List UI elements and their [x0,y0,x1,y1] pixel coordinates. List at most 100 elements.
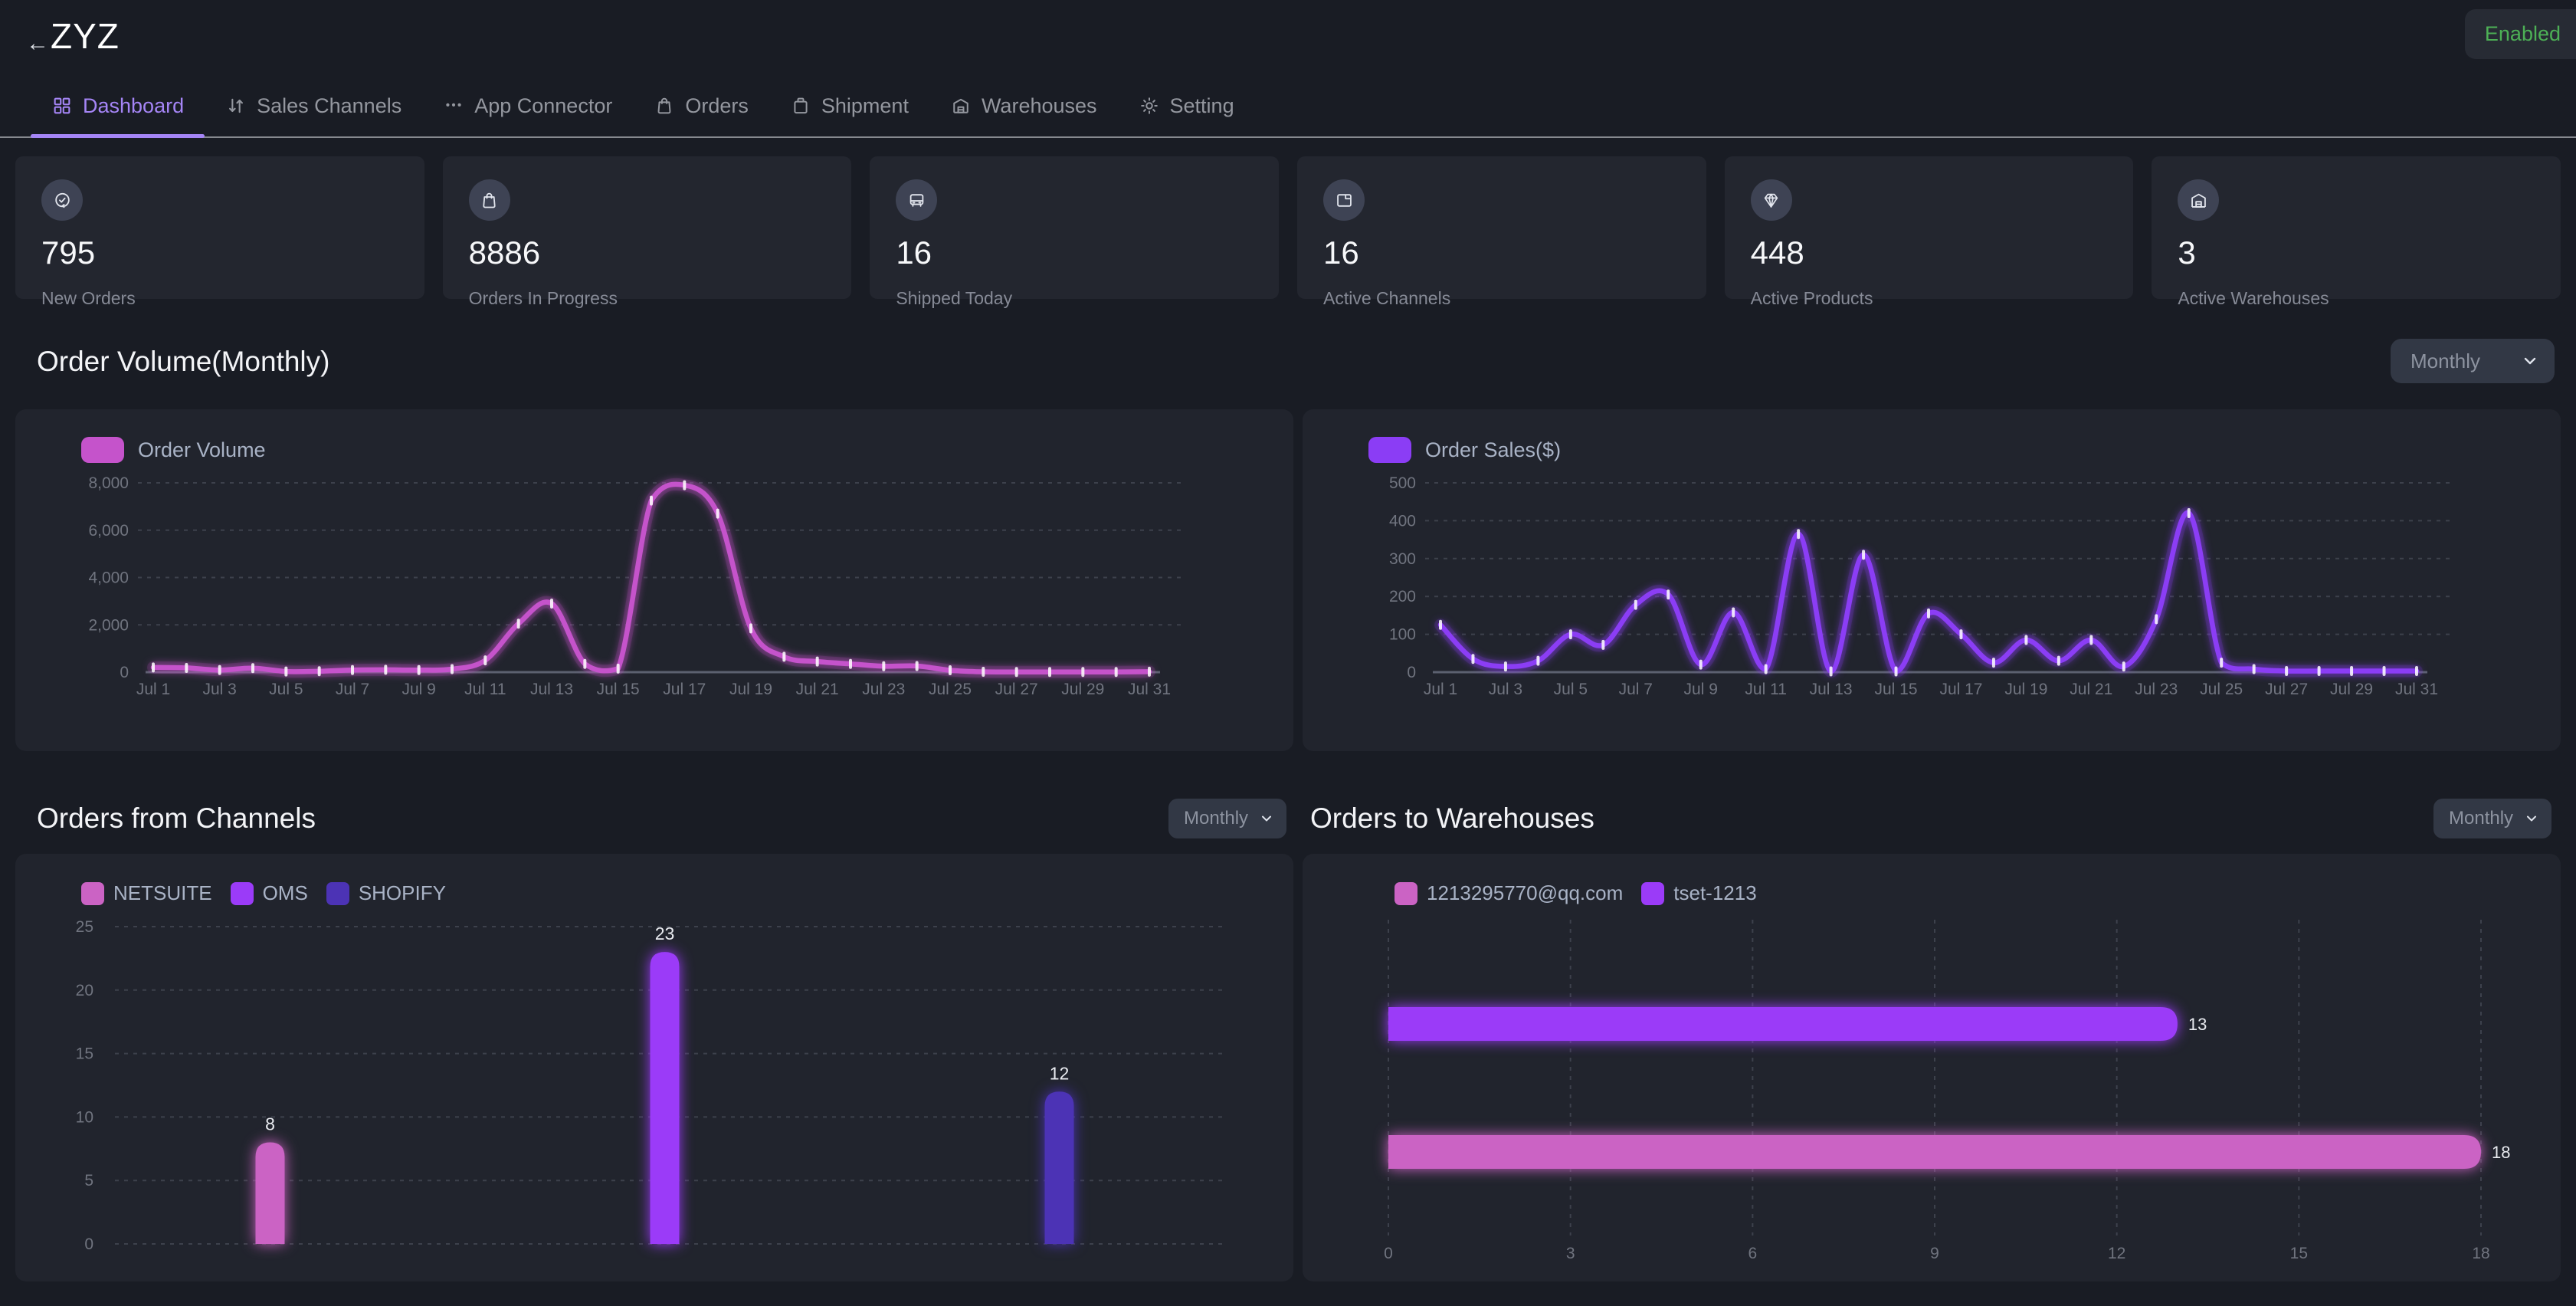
chevron-down-icon [1259,811,1274,826]
svg-text:Jul 29: Jul 29 [1061,681,1104,698]
svg-text:9: 9 [1930,1245,1939,1262]
svg-text:6,000: 6,000 [88,522,129,540]
tab-warehouses[interactable]: Warehouses [929,75,1118,136]
period-select-order-volume[interactable]: Monthly [2391,339,2555,383]
svg-text:18: 18 [2492,1143,2510,1162]
dashboard-grid-icon [51,95,73,116]
status-badge[interactable]: Enabled [2464,9,2576,59]
stat-label: New Orders [41,288,136,308]
svg-text:Jul 7: Jul 7 [1619,681,1653,698]
period-select-value: Monthly [2449,808,2514,829]
tab-label: App Connector [474,94,613,117]
legend-swatch [1368,437,1411,463]
channels-legend: NETSUITE OMS SHOPIFY [81,881,446,905]
stat-value: 448 [1750,235,1804,271]
svg-text:Jul 27: Jul 27 [2265,681,2308,698]
period-select-channels[interactable]: Monthly [1168,799,1286,838]
tab-sales-channels[interactable]: Sales Channels [205,75,422,136]
orders-to-warehouses-chart: 0 3 6 9 12 15 18 13 18 [1326,912,2538,1272]
svg-text:15: 15 [2290,1245,2308,1262]
tab-label: Setting [1169,94,1234,117]
svg-text:Jul 13: Jul 13 [1810,681,1853,698]
app-header: ← ZYZ Enabled [0,0,2576,75]
svg-text:Jul 17: Jul 17 [1939,681,1982,698]
truck-icon [896,179,938,221]
svg-text:Jul 3: Jul 3 [1489,681,1522,698]
svg-text:Jul 23: Jul 23 [2135,681,2178,698]
svg-text:300: 300 [1389,550,1416,568]
legend-swatch [1641,881,1665,905]
warehouse-icon [950,95,972,116]
tab-orders[interactable]: Orders [633,75,769,136]
svg-text:Jul 1: Jul 1 [1424,681,1457,698]
svg-text:Jul 25: Jul 25 [2200,681,2243,698]
tab-label: Sales Channels [257,94,402,117]
stat-card-new-orders: 795 New Orders [15,156,424,308]
browser-window-icon [1323,179,1365,221]
legend-label: 1213295770@qq.com [1427,881,1624,904]
stat-card-shipped-today: 16 Shipped Today [870,156,1279,308]
svg-text:13: 13 [2188,1015,2207,1034]
orders-from-channels-head: Orders from Channels Monthly [15,794,1293,843]
stat-label: Active Channels [1323,288,1451,308]
chevron-down-icon [2521,352,2539,370]
svg-text:Jul 19: Jul 19 [729,681,772,698]
legend-swatch [326,881,349,905]
svg-text:Jul 9: Jul 9 [1684,681,1718,698]
legend-label: SHOPIFY [358,881,446,904]
tab-dashboard[interactable]: Dashboard [31,75,205,138]
tab-app-connector[interactable]: App Connector [422,75,633,136]
svg-text:Jul 15: Jul 15 [597,681,640,698]
order-sales-panel: Order Sales($) 0 100 200 300 400 500 Jul 1 Jul … [1303,409,2561,751]
stat-card-orders-in-progress: 8886 Orders In Progress [442,156,852,308]
svg-text:10: 10 [76,1108,93,1126]
orders-from-channels-panel: NETSUITE OMS SHOPIFY 0 5 10 15 20 25 8 23 12 [15,854,1293,1281]
svg-text:8: 8 [265,1114,275,1134]
svg-text:2,000: 2,000 [88,616,129,634]
stat-value: 8886 [468,235,541,271]
svg-text:25: 25 [76,918,93,936]
legend-item: 1213295770@qq.com [1395,881,1623,905]
stat-label: Orders In Progress [468,288,618,308]
legend-label: NETSUITE [113,881,212,904]
tab-setting[interactable]: Setting [1118,75,1255,136]
svg-text:12: 12 [1050,1063,1070,1083]
tab-label: Shipment [821,94,909,117]
shopping-bag-icon [654,95,675,116]
gem-icon [1750,179,1792,221]
svg-text:Jul 9: Jul 9 [401,681,435,698]
stat-value: 16 [896,235,932,271]
legend-item: Order Sales($) [1368,437,1561,463]
line-charts-row: Order Volume 0 2,000 4,000 6,000 8,000 Jul 1 J… [15,409,2561,751]
warehouses-legend: 1213295770@qq.com tset-1213 [1395,881,1757,905]
svg-text:200: 200 [1389,588,1416,605]
legend-item: OMS [230,881,308,905]
tab-shipment[interactable]: Shipment [769,75,929,136]
order-sales-chart: 0 100 200 300 400 500 Jul 1 Jul 3 Jul 5 Jul 7 Jul … [1326,472,2538,710]
chevron-down-icon [2524,811,2539,826]
app-title: ZYZ [51,16,120,56]
svg-text:5: 5 [84,1172,93,1190]
svg-text:23: 23 [655,924,675,943]
svg-text:4,000: 4,000 [88,569,129,587]
legend-item: SHOPIFY [326,881,446,905]
svg-text:Jul 3: Jul 3 [202,681,236,698]
bottom-charts-row: Orders from Channels Monthly NETSUITE OM… [0,794,2576,1281]
stat-label: Shipped Today [896,288,1013,308]
svg-text:0: 0 [84,1235,93,1253]
svg-text:0: 0 [120,664,129,681]
orders-from-channels-column: Orders from Channels Monthly NETSUITE OM… [15,794,1293,1281]
svg-text:Jul 21: Jul 21 [2070,681,2112,698]
stat-label: Active Products [1750,288,1873,308]
legend-label: tset-1213 [1673,881,1757,904]
stat-card-active-products: 448 Active Products [1724,156,2134,308]
warehouse-icon [2178,179,2220,221]
orders-to-warehouses-panel: 1213295770@qq.com tset-1213 0 3 6 9 12 15 18 13… [1303,854,2561,1281]
stat-value: 795 [41,235,96,271]
svg-text:500: 500 [1389,474,1416,492]
period-select-warehouses[interactable]: Monthly [2433,799,2551,838]
back-arrow-icon[interactable]: ← [26,32,49,55]
order-sales-legend: Order Sales($) [1368,437,1561,463]
section-title: Orders from Channels [37,802,316,834]
main-nav: Dashboard Sales Channels App Connector O… [0,75,2576,138]
